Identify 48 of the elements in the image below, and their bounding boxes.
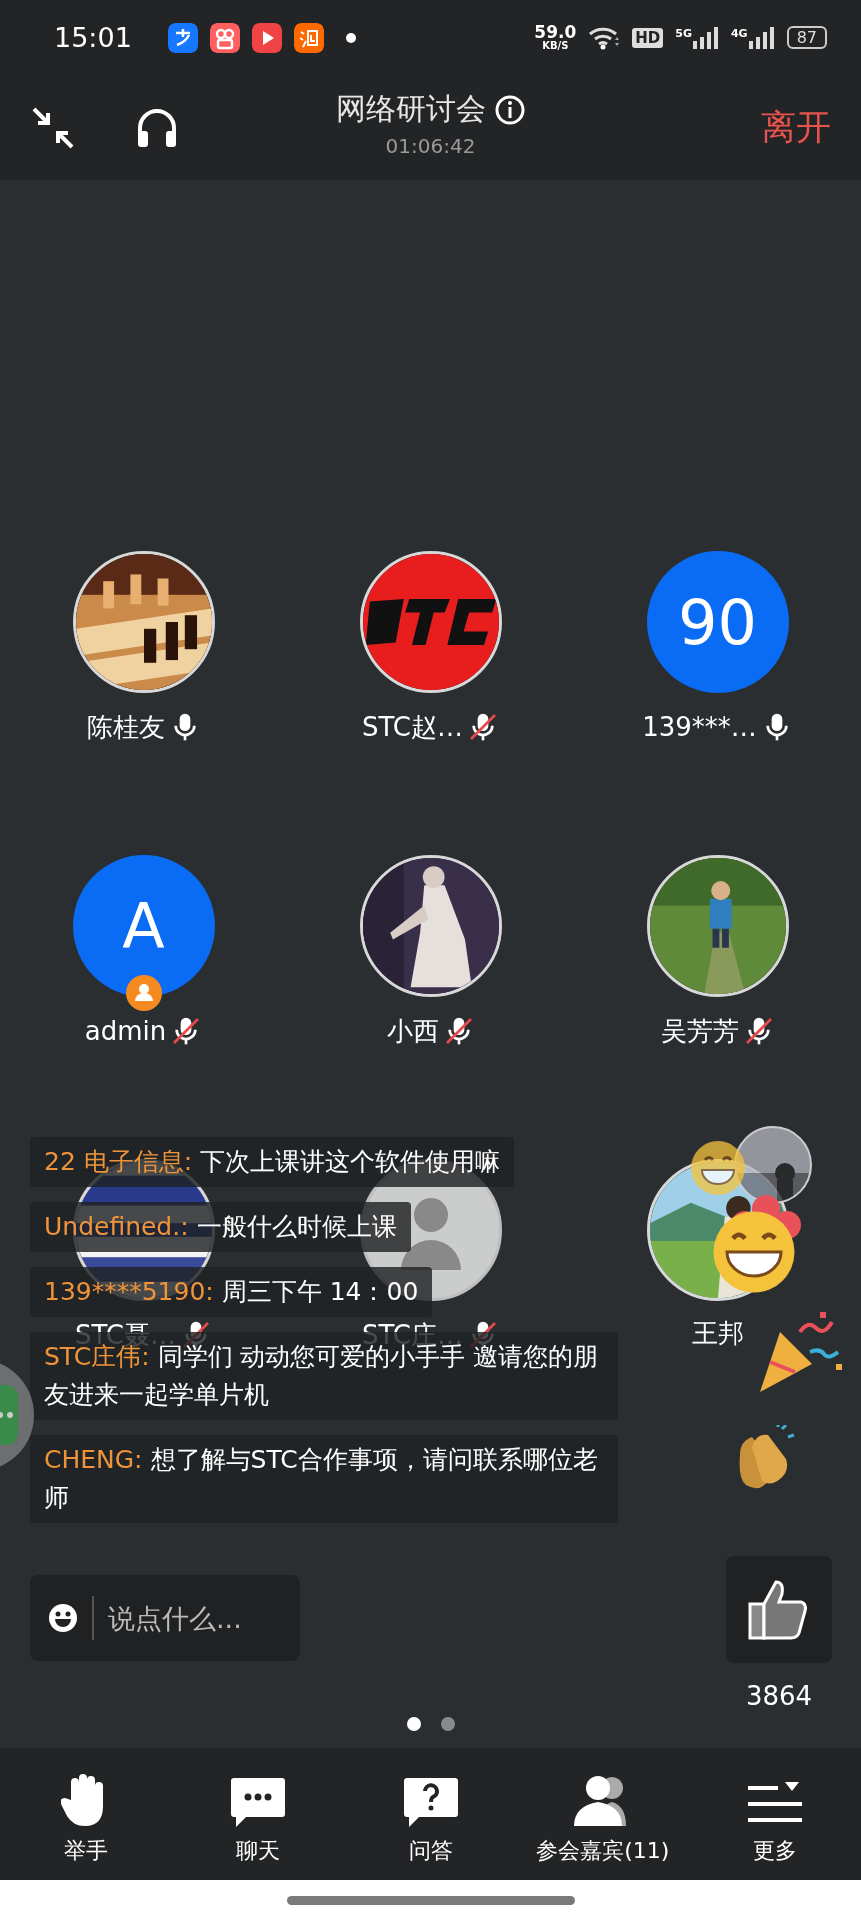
letter-avatar: 90 xyxy=(646,551,789,693)
grinning-face-icon xyxy=(690,1140,746,1196)
chat-input-field[interactable]: 说点什么... xyxy=(108,1602,278,1634)
hd-badge: HD xyxy=(632,27,664,48)
app-icon xyxy=(251,22,282,53)
speed-unit: KB/S xyxy=(542,41,569,51)
chat-message: Undefined.: 一般什么时候上课 xyxy=(30,1202,411,1252)
nav-tab[interactable]: 参会嘉宾(11) xyxy=(516,1748,689,1880)
emoji-icon[interactable] xyxy=(48,1603,78,1633)
info-icon[interactable] xyxy=(493,93,526,126)
grinning-face-icon xyxy=(712,1210,796,1294)
network-type: 5G xyxy=(675,26,692,40)
app-icon xyxy=(293,22,324,53)
nav-tab[interactable]: 举手 xyxy=(0,1748,173,1880)
chat-bubble-icon xyxy=(230,1776,287,1828)
meeting-title: 网络研讨会 xyxy=(335,90,486,128)
elapsed-time: 01:06:42 xyxy=(385,134,476,158)
participant-name: 陈桂友 xyxy=(86,713,165,741)
question-bubble-icon xyxy=(402,1776,459,1828)
participant-name: 吴芳芳 xyxy=(660,1017,739,1045)
nav-tab[interactable]: 更多 xyxy=(688,1748,861,1880)
participant-name: 小西 xyxy=(386,1017,439,1045)
signal-icon xyxy=(748,26,775,49)
nav-tab[interactable]: 问答 xyxy=(344,1748,517,1880)
signal-icon xyxy=(692,26,719,49)
home-indicator[interactable] xyxy=(286,1895,575,1905)
like-count: 3864 xyxy=(745,1681,813,1711)
nav-tab[interactable]: 聊天 xyxy=(172,1748,345,1880)
network-speed: 59.0 xyxy=(534,24,577,41)
participant-name: admin xyxy=(84,1017,167,1045)
notification-dot-icon xyxy=(345,32,356,43)
app-icon xyxy=(209,22,240,53)
chat-message: CHENG: 想了解与STC合作事项，请问联系哪位老师 xyxy=(30,1435,618,1523)
participant-name: 139***… xyxy=(642,713,757,741)
network-type: 4G xyxy=(730,26,748,40)
battery-indicator: 87 xyxy=(786,26,827,49)
page-dot[interactable] xyxy=(441,1717,455,1731)
chat-message: 139****5190: 周三下午 14：00 xyxy=(30,1267,433,1317)
participant-name: 王邦 xyxy=(691,1319,744,1347)
like-button[interactable] xyxy=(726,1556,832,1663)
letter-avatar: A xyxy=(72,855,215,997)
chat-message: 22 电子信息: 下次上课讲这个软件使用嘛 xyxy=(30,1137,515,1187)
leave-button[interactable]: 离开 xyxy=(761,104,831,151)
app-icon xyxy=(167,22,198,53)
participant-name: STC赵… xyxy=(362,713,463,741)
clock-time: 15:01 xyxy=(54,22,132,53)
page-dot[interactable] xyxy=(407,1717,421,1731)
wifi-icon xyxy=(588,25,621,50)
